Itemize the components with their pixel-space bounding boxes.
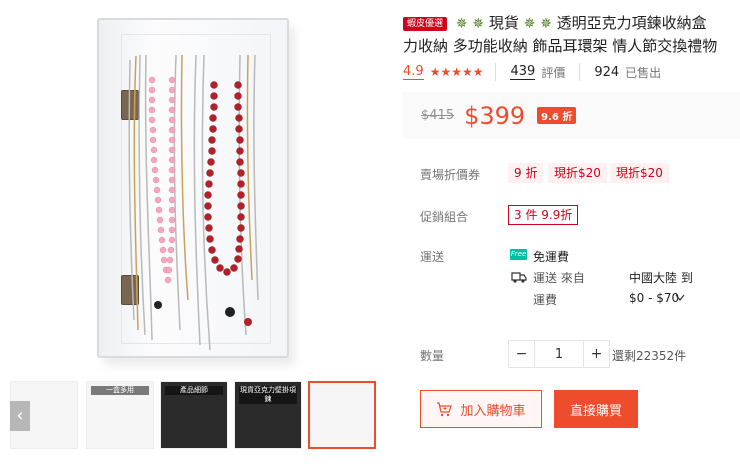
- decrease-button[interactable]: −: [509, 341, 534, 367]
- thumbnail-caption: 現貨亞克力壁掛項鍊: [239, 386, 297, 404]
- current-price: $399: [464, 101, 526, 130]
- quantity-input[interactable]: 1: [534, 341, 584, 367]
- thumbnail-2[interactable]: 一盒多用: [86, 381, 154, 449]
- increase-button[interactable]: +: [584, 341, 609, 367]
- shipping-fee-value[interactable]: $0 - $70: [629, 291, 679, 305]
- discount-badge: 9.6 折: [537, 107, 577, 124]
- gallery-prev-arrow-icon[interactable]: ‹: [10, 401, 30, 431]
- title-text-1: 現貨: [488, 14, 519, 32]
- rating-stars-icon: ★★★★★: [429, 65, 484, 79]
- review-label: 評價: [541, 65, 566, 80]
- cart-icon: [437, 401, 453, 416]
- price-section: $415 $399 9.6 折: [403, 92, 740, 139]
- review-count[interactable]: 439: [510, 64, 536, 80]
- shipping-label: 運送: [420, 250, 445, 264]
- divider: [495, 63, 497, 81]
- ship-from-value: 中國大陸 到: [629, 271, 693, 285]
- divider: [579, 63, 581, 81]
- sold-label: 已售出: [625, 65, 662, 80]
- free-shipping-icon: Free: [510, 249, 527, 260]
- voucher-chip[interactable]: 現折$20: [610, 163, 669, 183]
- product-title: 蝦皮優選 ✵ ✵ 現貨 ✵ ✵ 透明亞克力項鍊收納盒 力收納 多功能收納 飾品耳…: [403, 12, 740, 57]
- title-text-1b: 透明亞克力項鍊收納盒: [556, 14, 707, 32]
- free-shipping-text: 免運費: [533, 250, 570, 264]
- thumbnail-caption: 產品細節: [165, 386, 223, 395]
- truck-icon: [511, 272, 527, 283]
- leaf-icon: ✵: [472, 16, 485, 32]
- quantity-stepper: − 1 +: [508, 340, 610, 368]
- buy-now-button[interactable]: 直接購買: [554, 390, 638, 428]
- stock-remaining: 還剩22352件: [612, 349, 687, 363]
- thumbnail-caption: 一盒多用: [91, 386, 149, 395]
- thumbnail-5-selected[interactable]: [308, 381, 376, 449]
- voucher-chip[interactable]: 9 折: [508, 163, 544, 183]
- chevron-down-icon[interactable]: [675, 294, 685, 302]
- quantity-label: 數量: [420, 349, 445, 363]
- rating-score[interactable]: 4.9: [403, 64, 424, 80]
- voucher-chip[interactable]: 現折$20: [548, 163, 607, 183]
- sold-count: 924: [594, 64, 620, 80]
- bundle-chip[interactable]: 3 件 9.9折: [508, 205, 579, 225]
- ship-from-label: 運送 來自: [533, 271, 585, 285]
- preferred-badge: 蝦皮優選: [403, 17, 448, 31]
- bundle-label: 促銷組合: [420, 210, 469, 224]
- thumbnail-4[interactable]: 現貨亞克力壁掛項鍊: [234, 381, 302, 449]
- leaf-icon: ✵: [523, 16, 536, 32]
- original-price: $415: [421, 108, 455, 123]
- add-to-cart-button[interactable]: 加入購物車: [420, 390, 542, 428]
- necklace-graphic: [128, 54, 259, 351]
- title-text-2: 力收納 多功能收納 飾品耳環架 情人節交換禮物: [403, 37, 718, 55]
- ratings-bar: 4.9 ★★★★★ 439 評價 924 已售出: [403, 63, 675, 81]
- thumbnail-3[interactable]: 產品細節: [160, 381, 228, 449]
- voucher-label: 賣場折價券: [420, 168, 481, 182]
- leaf-icon: ✵: [455, 16, 468, 32]
- add-to-cart-label: 加入購物車: [460, 403, 526, 419]
- main-product-image[interactable]: [0, 0, 394, 373]
- shipping-fee-label: 運費: [533, 293, 558, 307]
- leaf-icon: ✵: [540, 16, 552, 32]
